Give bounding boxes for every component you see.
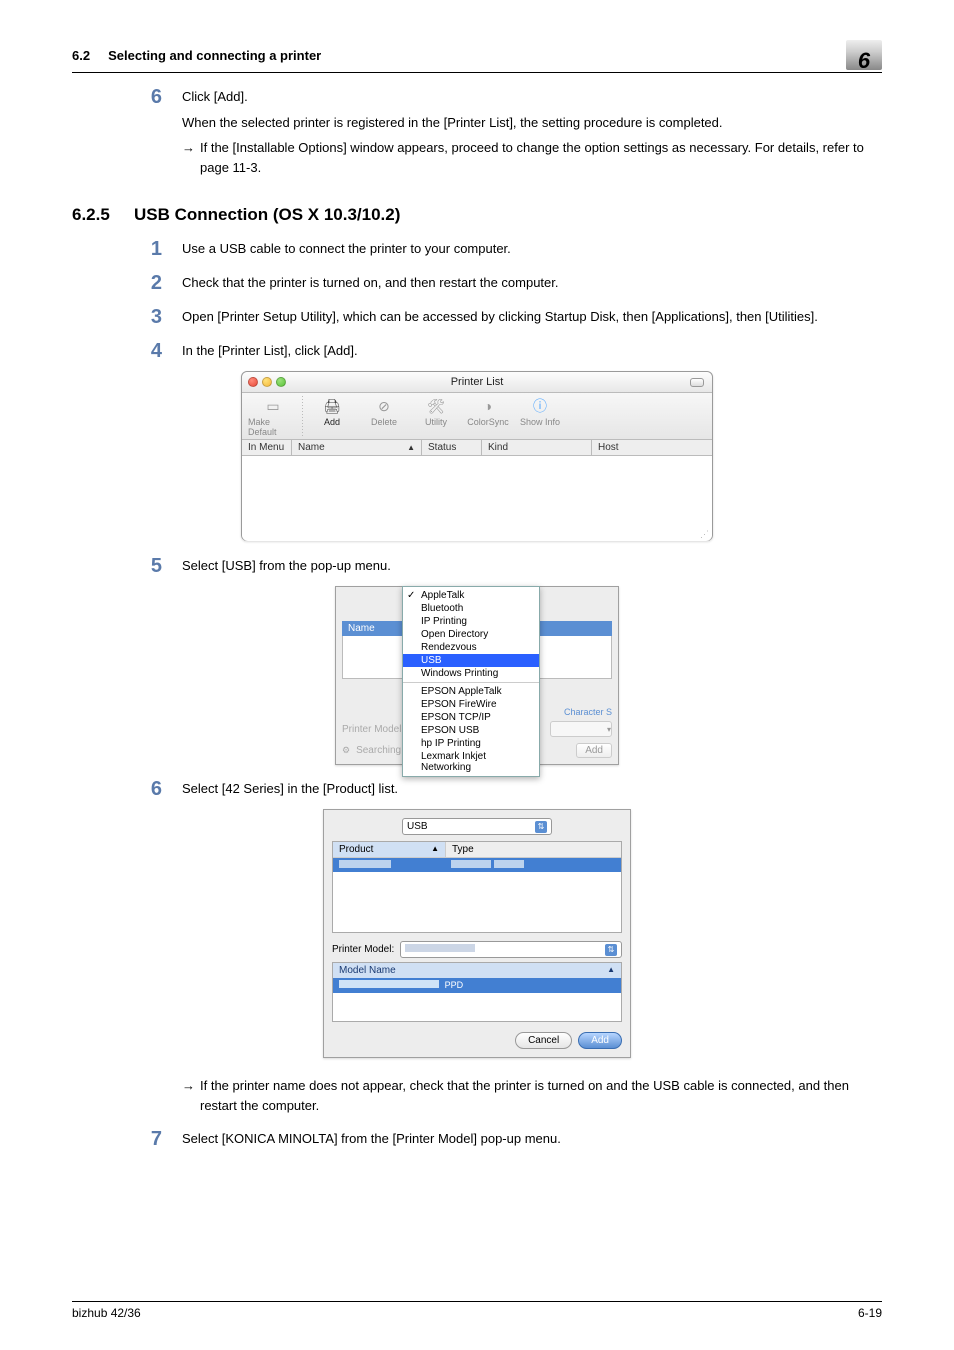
- colorsync-icon: ◑: [478, 396, 498, 416]
- add-button[interactable]: Add: [578, 1032, 622, 1049]
- step-number-4: 4: [72, 341, 182, 361]
- menu-epson-usb[interactable]: EPSON USB: [403, 724, 539, 737]
- protocol-select[interactable]: USB ⇅: [402, 818, 552, 835]
- dropdown-icon: ⇅: [605, 944, 617, 956]
- col-status[interactable]: Status: [422, 440, 482, 455]
- section-title: USB Connection (OS X 10.3/10.2): [134, 205, 400, 225]
- step-number-5: 5: [72, 556, 182, 576]
- window-title: Printer List: [242, 376, 712, 388]
- product-row-selected[interactable]: [333, 858, 621, 872]
- header-section-number: 6.2: [72, 48, 90, 63]
- minimize-icon[interactable]: [262, 377, 272, 387]
- add-icon: 🖨: [322, 396, 342, 416]
- model-name-column-header[interactable]: Model Name ▲: [333, 963, 621, 978]
- dropdown-icon: ⇅: [535, 821, 547, 833]
- menu-epson-appletalk[interactable]: EPSON AppleTalk: [403, 682, 539, 698]
- header-section-title: Selecting and connecting a printer: [108, 48, 321, 63]
- col-kind[interactable]: Kind: [482, 440, 592, 455]
- menu-epson-tcpip[interactable]: EPSON TCP/IP: [403, 711, 539, 724]
- step-4-text: In the [Printer List], click [Add].: [182, 341, 882, 361]
- add-button[interactable]: 🖨 Add: [307, 396, 357, 427]
- step-number-3: 3: [72, 307, 182, 327]
- close-icon[interactable]: [248, 377, 258, 387]
- menu-rendezvous[interactable]: Rendezvous: [403, 641, 539, 654]
- step-7-text: Select [KONICA MINOLTA] from the [Printe…: [182, 1129, 882, 1149]
- printer-model-select[interactable]: ⇅: [400, 941, 622, 958]
- section-number: 6.2.5: [72, 205, 134, 225]
- step-number-1: 1: [72, 239, 182, 259]
- menu-ip-printing[interactable]: IP Printing: [403, 615, 539, 628]
- usb-add-printer-window: USB ⇅ Product▲ Type: [323, 809, 631, 1058]
- arrow-icon: →: [182, 138, 200, 177]
- show-info-button[interactable]: ⓘ Show Info: [515, 396, 565, 427]
- protocol-select-value: USB: [407, 821, 428, 832]
- info-icon: ⓘ: [530, 396, 550, 416]
- menu-bluetooth[interactable]: Bluetooth: [403, 602, 539, 615]
- printer-list-window: Printer List ▭ Make Default 🖨 Add ⊘: [241, 371, 713, 541]
- printer-list-body: [242, 456, 712, 541]
- add-button-dialog[interactable]: Add: [576, 743, 612, 758]
- zoom-icon[interactable]: [276, 377, 286, 387]
- col-name[interactable]: Name▲: [292, 440, 422, 455]
- toolbar-toggle-icon[interactable]: [690, 378, 704, 387]
- product-column-header[interactable]: Product▲: [333, 842, 446, 857]
- cancel-button[interactable]: Cancel: [515, 1032, 572, 1049]
- step-number-2: 2: [72, 273, 182, 293]
- menu-usb[interactable]: USB: [403, 654, 539, 667]
- printer-model-select[interactable]: ▾: [550, 721, 612, 737]
- model-row-selected[interactable]: PPD: [333, 978, 621, 993]
- delete-button[interactable]: ⊘ Delete: [359, 396, 409, 427]
- step-number-6: 6: [72, 779, 182, 799]
- protocol-picker-window: AppleTalk Bluetooth IP Printing Open Dir…: [335, 586, 619, 765]
- step-1-text: Use a USB cable to connect the printer t…: [182, 239, 882, 259]
- menu-epson-firewire[interactable]: EPSON FireWire: [403, 698, 539, 711]
- protocol-popup-menu[interactable]: AppleTalk Bluetooth IP Printing Open Dir…: [402, 586, 540, 777]
- step-number-6-pre: 6: [72, 87, 182, 177]
- step-5-text: Select [USB] from the pop-up menu.: [182, 556, 882, 576]
- delete-icon: ⊘: [374, 396, 394, 416]
- type-column-header[interactable]: Type: [446, 842, 621, 857]
- step-3-text: Open [Printer Setup Utility], which can …: [182, 307, 882, 327]
- arrow-icon: →: [182, 1076, 200, 1115]
- menu-open-directory[interactable]: Open Directory: [403, 628, 539, 641]
- step-6-pre-arrow-text: If the [Installable Options] window appe…: [200, 138, 882, 177]
- step-6-pre-text: Click [Add].: [182, 87, 882, 107]
- step-number-7: 7: [72, 1129, 182, 1149]
- step-6-text: Select [42 Series] in the [Product] list…: [182, 779, 882, 799]
- menu-hp-ip[interactable]: hp IP Printing: [403, 737, 539, 750]
- make-default-button[interactable]: ▭ Make Default: [248, 396, 298, 437]
- step-6-pre-sub: When the selected printer is registered …: [182, 113, 882, 133]
- utility-button[interactable]: 🛠 Utility: [411, 396, 461, 427]
- footer-right: 6-19: [858, 1306, 882, 1320]
- make-default-icon: ▭: [263, 396, 283, 416]
- step-2-text: Check that the printer is turned on, and…: [182, 273, 882, 293]
- sort-asc-icon: ▲: [407, 443, 415, 452]
- footer-left: bizhub 42/36: [72, 1306, 141, 1320]
- menu-appletalk[interactable]: AppleTalk: [403, 589, 539, 602]
- printer-model-label: Printer Model:: [332, 944, 394, 955]
- col-in-menu[interactable]: In Menu: [242, 440, 292, 455]
- printer-model-label: Printer Model:: [342, 724, 404, 735]
- col-host[interactable]: Host: [592, 440, 712, 455]
- step-6-arrow-text: If the printer name does not appear, che…: [200, 1076, 882, 1115]
- menu-windows-printing[interactable]: Windows Printing: [403, 667, 539, 680]
- menu-lexmark[interactable]: Lexmark Inkjet Networking: [403, 750, 539, 774]
- colorsync-button[interactable]: ◑ ColorSync: [463, 396, 513, 427]
- utility-icon: 🛠: [426, 396, 446, 416]
- chapter-badge: 6: [846, 40, 882, 70]
- chapter-number: 6: [858, 48, 870, 74]
